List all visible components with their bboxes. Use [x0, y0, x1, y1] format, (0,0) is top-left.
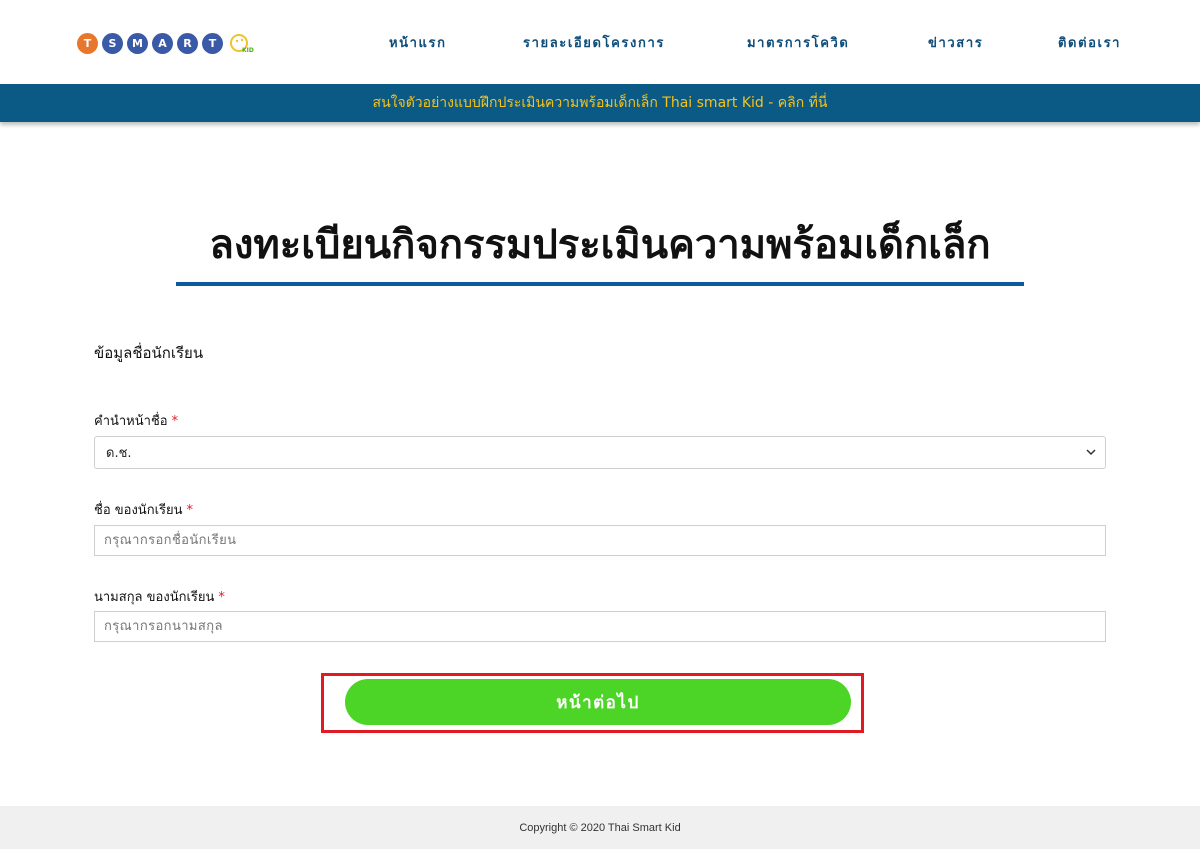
- nav-item-home[interactable]: หน้าแรก: [389, 32, 447, 53]
- prefix-label: คำนำหน้าชื่อ *: [94, 410, 178, 431]
- nav-item-contact[interactable]: ติดต่อเรา: [1058, 32, 1121, 53]
- page-title: ลงทะเบียนกิจกรรมประเมินความพร้อมเด็กเล็ก: [209, 222, 991, 268]
- prefix-select[interactable]: ด.ช.: [94, 436, 1106, 469]
- section-heading: ข้อมูลชื่อนักเรียน: [94, 344, 204, 362]
- required-mark: *: [218, 590, 225, 605]
- first-name-input[interactable]: [94, 525, 1106, 556]
- nav-item-covid-measures[interactable]: มาตรการโควิด: [747, 32, 849, 53]
- last-name-label: นามสกุล ของนักเรียน *: [94, 586, 225, 607]
- chevron-down-icon: [1086, 449, 1096, 456]
- first-name-label-text: ชื่อ ของนักเรียน: [94, 503, 183, 518]
- promo-banner: สนใจตัวอย่างแบบฝึกประเมินความพร้อมเด็กเล…: [0, 84, 1200, 122]
- site-header: T S M A R T KID หน้าแรก รายละเอียดโครงกา…: [0, 0, 1200, 84]
- prefix-label-text: คำนำหน้าชื่อ: [94, 414, 168, 429]
- required-mark: *: [186, 503, 194, 518]
- nav-item-news[interactable]: ข่าวสาร: [928, 32, 983, 53]
- first-name-label: ชื่อ ของนักเรียน *: [94, 499, 193, 520]
- site-footer: Copyright © 2020 Thai Smart Kid: [0, 806, 1200, 849]
- nav-item-project-details[interactable]: รายละเอียดโครงการ: [523, 32, 665, 53]
- last-name-label-text: นามสกุล ของนักเรียน: [94, 590, 215, 605]
- required-mark: *: [171, 414, 179, 429]
- prefix-select-value: ด.ช.: [106, 446, 132, 461]
- last-name-input[interactable]: [94, 611, 1106, 642]
- title-underline: [176, 282, 1024, 286]
- next-page-button[interactable]: หน้าต่อไป: [345, 679, 851, 725]
- main-nav: หน้าแรก รายละเอียดโครงการ มาตรการโควิด ข…: [0, 32, 1200, 52]
- copyright-text: Copyright © 2020 Thai Smart Kid: [519, 821, 681, 834]
- promo-banner-link[interactable]: สนใจตัวอย่างแบบฝึกประเมินความพร้อมเด็กเล…: [373, 92, 828, 114]
